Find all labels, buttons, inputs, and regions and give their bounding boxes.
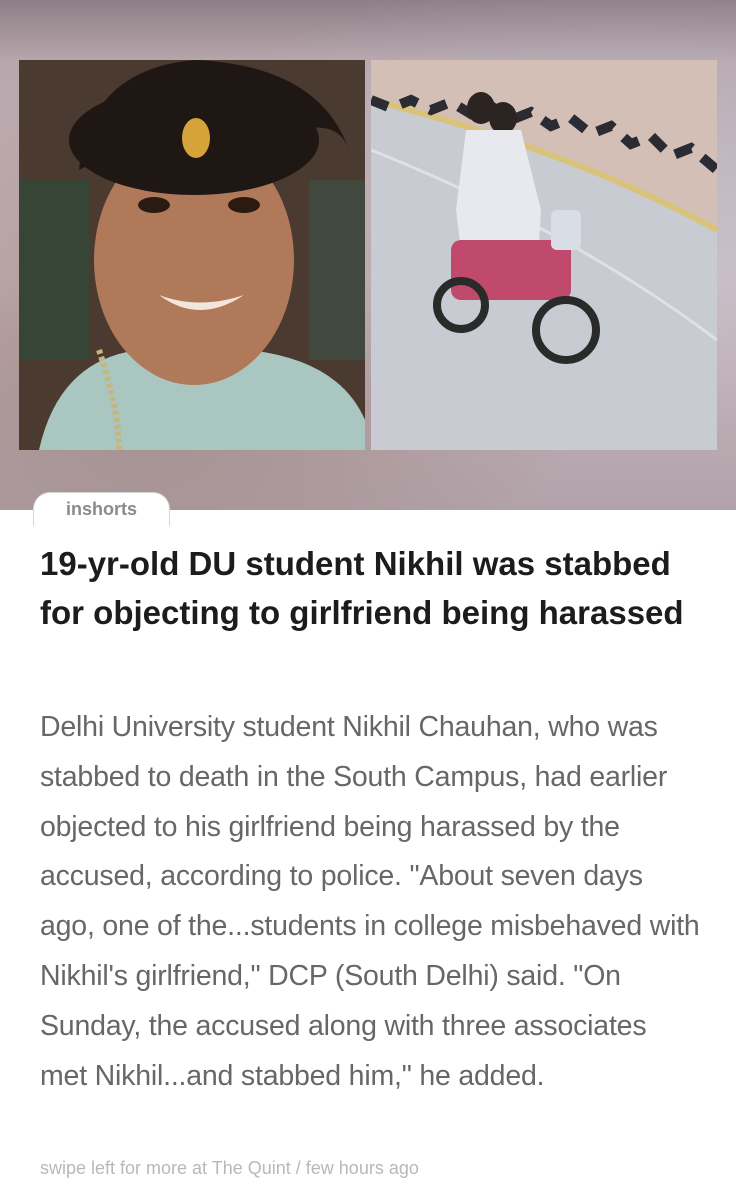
article-body: Delhi University student Nikhil Chauhan,… xyxy=(40,711,700,1092)
motorcycle-riders-photo xyxy=(371,60,717,450)
source-tab[interactable]: inshorts xyxy=(33,492,170,526)
portrait-photo xyxy=(19,60,365,450)
headline: 19-yr-old DU student Nikhil was stabbed … xyxy=(40,545,684,631)
swipe-footer[interactable]: swipe left for more at The Quint / few h… xyxy=(40,1158,700,1179)
source-brand-label: inshorts xyxy=(65,499,137,519)
news-image-banner xyxy=(0,0,736,510)
